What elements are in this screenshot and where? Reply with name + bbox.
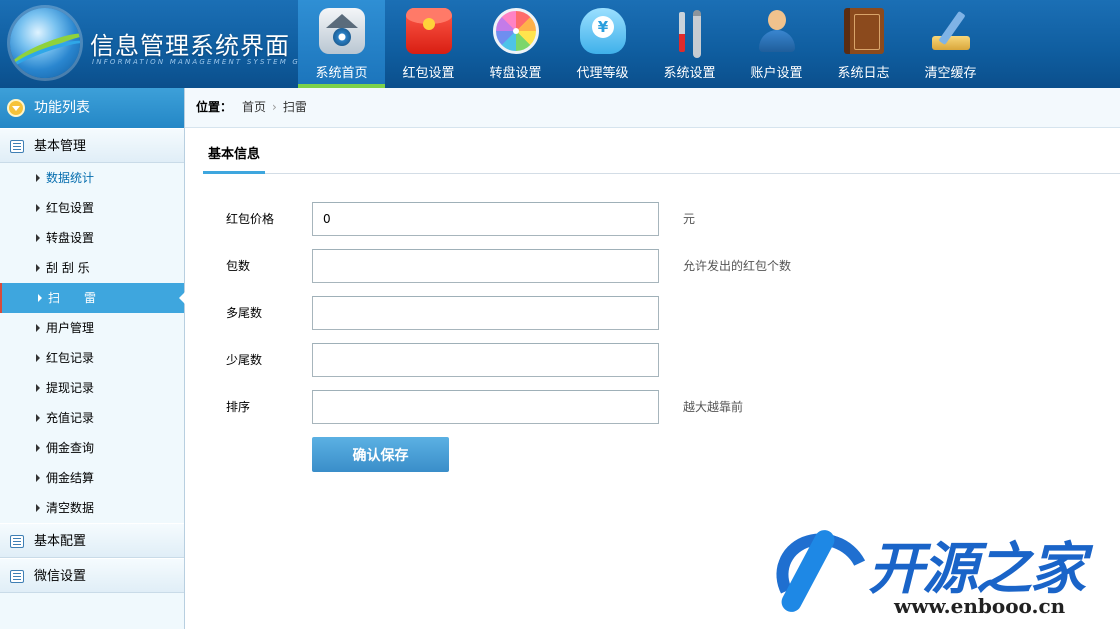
home-icon	[319, 8, 365, 54]
app-title: 信息管理系统界面	[90, 32, 290, 60]
breadcrumb-prefix: 位置：	[196, 100, 233, 114]
nav-label: 红包设置	[402, 66, 455, 81]
sidebar-item-recharge-records[interactable]: 充值记录	[0, 403, 184, 433]
sidebar-item-red-packet-records[interactable]: 红包记录	[0, 343, 184, 373]
sidebar-item-withdraw-records[interactable]: 提现记录	[0, 373, 184, 403]
app-subtitle: INFORMATION MANAGEMENT SYSTEM GUI	[92, 58, 312, 66]
chevron-down-icon	[7, 99, 25, 117]
nav-account-settings[interactable]: 账户设置	[733, 0, 820, 88]
watermark: 开源之家 www.enbooo.cn	[766, 520, 1120, 629]
watermark-logo-icon	[768, 526, 860, 626]
sidebar-title[interactable]: 功能列表	[0, 88, 184, 128]
nav-label: 清空缓存	[924, 66, 977, 81]
sidebar-item-commission-settle[interactable]: 佣金结算	[0, 463, 184, 493]
breadcrumb-home[interactable]: 首页	[242, 100, 266, 114]
sidebar: 功能列表 基本管理 数据统计 红包设置 转盘设置 刮 刮 乐 扫 雷 用户管理 …	[0, 88, 185, 629]
sort-input[interactable]	[312, 390, 659, 424]
sidebar-item-scratch[interactable]: 刮 刮 乐	[0, 253, 184, 283]
wheel-icon	[493, 8, 539, 54]
tab-bar: 基本信息	[203, 140, 1120, 174]
more-tail-label: 多尾数	[226, 306, 263, 320]
nav-red-packet[interactable]: 红包设置	[385, 0, 472, 88]
sidebar-item-commission-query[interactable]: 佣金查询	[0, 433, 184, 463]
nav-home[interactable]: 系统首页	[298, 0, 385, 88]
nav-label: 系统日志	[837, 66, 890, 81]
group-label: 微信设置	[34, 569, 87, 584]
sort-label: 排序	[226, 400, 251, 414]
nav-label: 代理等级	[576, 66, 629, 81]
nav-label: 系统首页	[315, 66, 368, 81]
nav-system-settings[interactable]: 系统设置	[646, 0, 733, 88]
more-tail-input[interactable]	[312, 296, 659, 330]
price-input[interactable]	[312, 202, 659, 236]
breadcrumb: 位置： 首页 › 扫雷	[185, 88, 1120, 128]
nav-clear-cache[interactable]: 清空缓存	[907, 0, 994, 88]
less-tail-input[interactable]	[312, 343, 659, 377]
tools-icon	[667, 8, 713, 58]
sidebar-item-red-packet[interactable]: 红包设置	[0, 193, 184, 223]
sidebar-item-statistics[interactable]: 数据统计	[0, 163, 184, 193]
list-icon	[10, 535, 24, 548]
price-hint: 元	[683, 212, 696, 226]
breadcrumb-current: 扫雷	[282, 100, 307, 114]
sidebar-item-users[interactable]: 用户管理	[0, 313, 184, 343]
nav-system-log[interactable]: 系统日志	[820, 0, 907, 88]
top-header: 信息管理系统界面 INFORMATION MANAGEMENT SYSTEM G…	[0, 0, 1120, 88]
nav-wheel[interactable]: 转盘设置	[472, 0, 559, 88]
book-icon	[844, 8, 884, 54]
less-tail-label: 少尾数	[226, 353, 263, 367]
yuan-cloud-icon	[580, 8, 626, 54]
nav-agent-level[interactable]: 代理等级	[559, 0, 646, 88]
packet-count-input[interactable]	[312, 249, 659, 283]
packet-count-hint: 允许发出的红包个数	[683, 259, 792, 273]
watermark-url: www.enbooo.cn	[894, 594, 1066, 618]
breadcrumb-separator: ›	[272, 100, 277, 114]
packet-count-label: 包数	[226, 259, 251, 273]
watermark-text: 开源之家	[868, 537, 1086, 602]
sidebar-group-basic-config[interactable]: 基本配置	[0, 523, 184, 558]
user-icon	[754, 8, 800, 54]
price-label: 红包价格	[226, 212, 275, 226]
sidebar-item-clear-data[interactable]: 清空数据	[0, 493, 184, 523]
group-label: 基本配置	[34, 534, 87, 549]
sidebar-item-wheel[interactable]: 转盘设置	[0, 223, 184, 253]
clear-cache-icon	[928, 8, 974, 54]
nav-label: 账户设置	[750, 66, 803, 81]
sidebar-title-label: 功能列表	[34, 100, 90, 116]
list-icon	[10, 140, 24, 153]
sidebar-group-wechat-settings[interactable]: 微信设置	[0, 558, 184, 593]
logo: 信息管理系统界面 INFORMATION MANAGEMENT SYSTEM G…	[0, 0, 309, 88]
red-packet-icon	[406, 8, 452, 54]
top-nav: 系统首页 红包设置 转盘设置 代理等级 系统设置 账户设置 系统日志 清空缓存	[298, 0, 994, 88]
nav-label: 系统设置	[663, 66, 716, 81]
sidebar-group-basic-management[interactable]: 基本管理	[0, 128, 184, 163]
save-button[interactable]: 确认保存	[312, 437, 449, 472]
globe-logo-icon	[10, 8, 80, 78]
tab-basic-info[interactable]: 基本信息	[203, 140, 265, 174]
group-label: 基本管理	[34, 139, 87, 154]
list-icon	[10, 570, 24, 583]
sort-hint: 越大越靠前	[683, 400, 744, 414]
nav-label: 转盘设置	[489, 66, 542, 81]
sidebar-item-minesweeper[interactable]: 扫 雷	[0, 283, 185, 313]
